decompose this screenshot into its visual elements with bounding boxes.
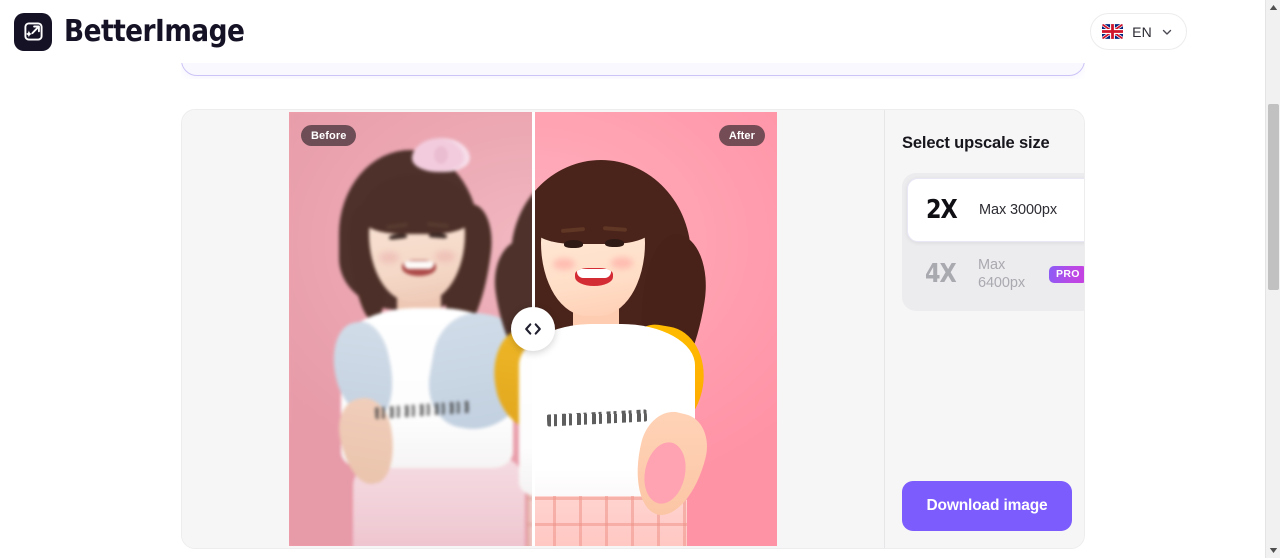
before-after-slider[interactable]: Before After [289, 112, 777, 546]
language-switcher[interactable]: EN [1090, 13, 1187, 50]
after-image-half [533, 112, 777, 546]
before-photo [289, 112, 533, 546]
brand-name: BetterImage [64, 14, 245, 49]
site-header: BetterImage EN [0, 0, 1265, 63]
page-title: Select upscale size [902, 134, 1050, 152]
scroll-up-arrow-icon[interactable] [1266, 0, 1280, 15]
upscale-option-4x-description: Max 6400px [978, 256, 1025, 291]
expand-sparkle-icon [14, 12, 52, 51]
scrollbar-thumb[interactable] [1268, 104, 1279, 290]
page-scrollbar[interactable] [1265, 0, 1280, 558]
upscale-option-2x-multiplier: 2X [926, 195, 958, 225]
comparison-slider-handle[interactable] [511, 307, 555, 351]
chevron-down-icon [1162, 29, 1172, 35]
language-code: EN [1132, 23, 1152, 40]
download-image-button[interactable]: Download image [902, 481, 1072, 531]
after-label: After [718, 125, 765, 146]
upscale-size-group: 2X Max 3000px 4X Max 6400px PRO [902, 173, 1084, 311]
before-label: Before [301, 125, 357, 146]
scroll-down-arrow-icon[interactable] [1266, 543, 1280, 558]
upscale-option-4x[interactable]: 4X Max 6400px PRO [907, 242, 1084, 306]
brand[interactable]: BetterImage [14, 12, 269, 51]
pro-badge: PRO [1049, 265, 1084, 283]
before-image-half [289, 112, 533, 546]
upscale-option-2x[interactable]: 2X Max 3000px [907, 178, 1084, 242]
upscale-option-4x-multiplier: 4X [925, 259, 957, 289]
uk-flag-icon [1102, 24, 1124, 39]
left-right-chevrons-icon [525, 323, 541, 335]
after-photo [533, 112, 777, 546]
app-page: BetterImage EN Before After Select upsca… [0, 0, 1280, 558]
options-pane: Select upscale size 2X Max 3000px 4X Max… [884, 110, 1084, 548]
result-card: Before After Select upscale size 2X Max … [181, 109, 1085, 549]
upscale-option-2x-description: Max 3000px [979, 201, 1057, 218]
preview-pane: Before After [182, 110, 884, 548]
